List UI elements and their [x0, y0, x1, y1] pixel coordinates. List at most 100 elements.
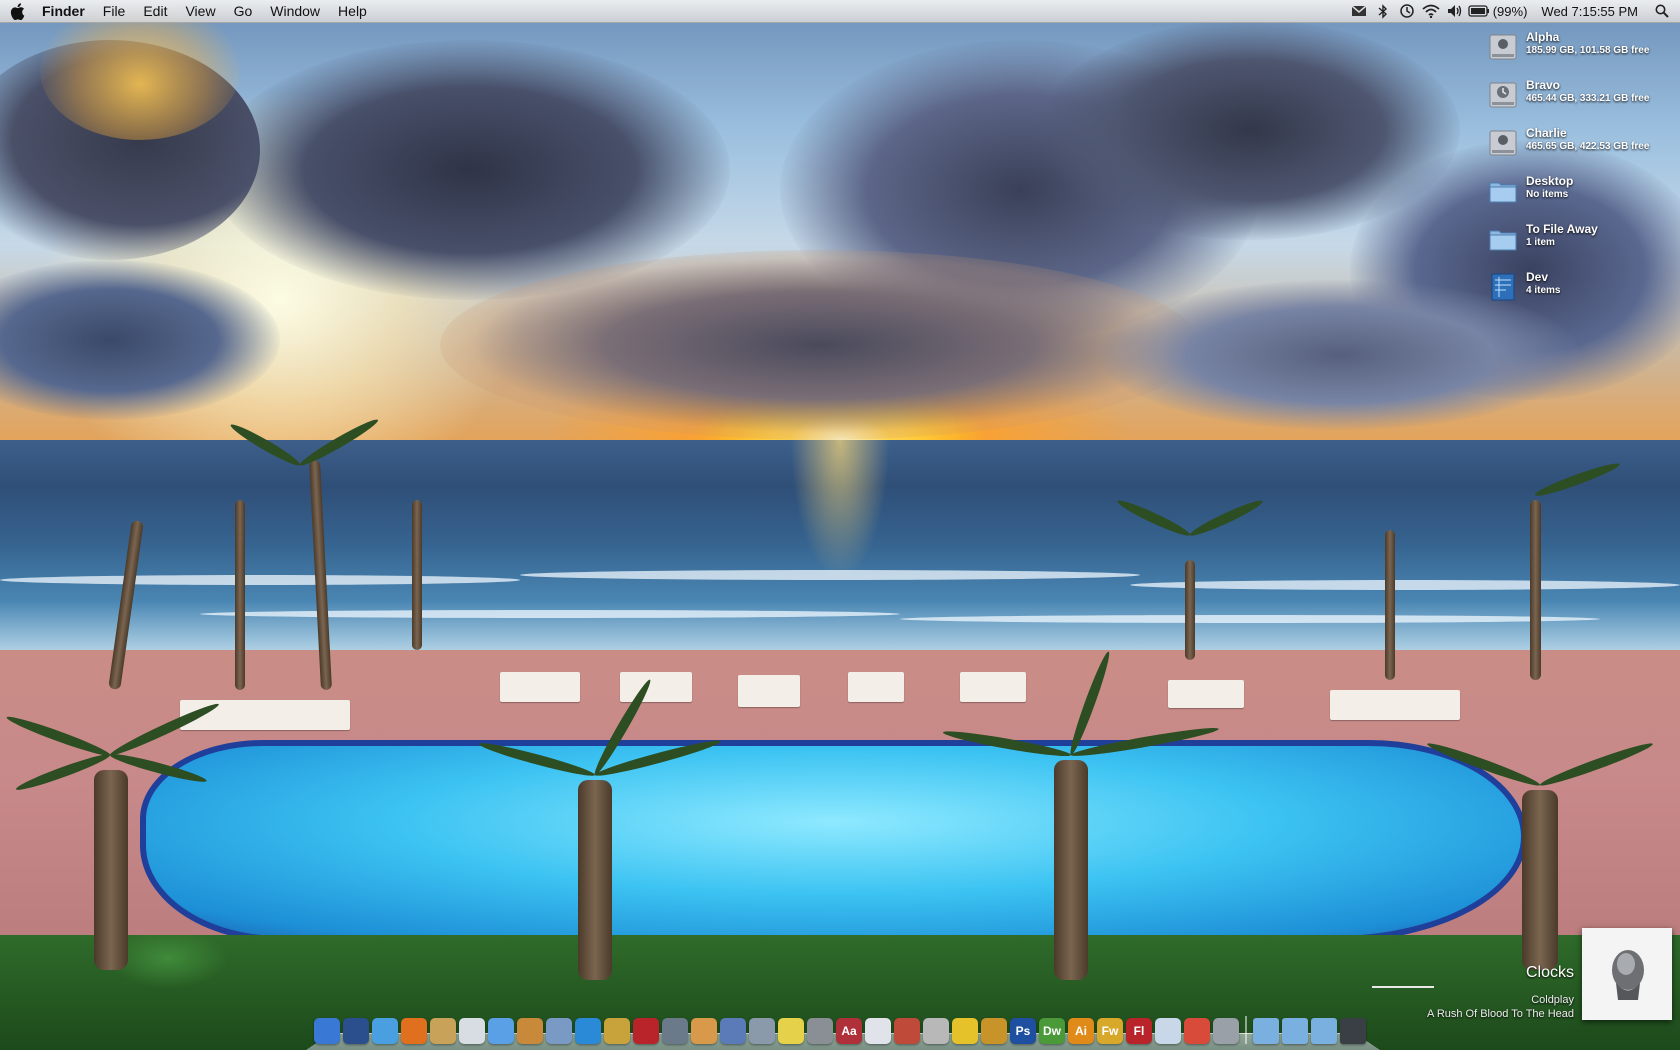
- wallpaper-wave: [1130, 580, 1680, 590]
- transmit-icon[interactable]: [1155, 1018, 1181, 1044]
- wallpaper-lounger: [960, 672, 1026, 702]
- spotlight-search-icon[interactable]: [1650, 0, 1674, 22]
- photo-booth-icon[interactable]: [633, 1018, 659, 1044]
- folder-icon: [1489, 182, 1517, 203]
- desktop-item-name: Dev: [1526, 270, 1549, 284]
- script-editor-icon[interactable]: [749, 1018, 775, 1044]
- firefox-icon[interactable]: [401, 1018, 427, 1044]
- folder-icon: [1489, 230, 1517, 251]
- desktop-drive-bravo[interactable]: Bravo 465.44 GB, 333.21 GB free: [1488, 78, 1678, 122]
- desktop-item-name: Desktop: [1526, 174, 1574, 188]
- sync-icon[interactable]: [1184, 1018, 1210, 1044]
- dreamweaver-icon[interactable]: Dw: [1039, 1018, 1065, 1044]
- system-preferences-icon[interactable]: [1213, 1018, 1239, 1044]
- hard-drive-icon: [1489, 130, 1517, 156]
- album-artwork[interactable]: [1582, 928, 1672, 1020]
- apple-menu-icon[interactable]: [0, 0, 34, 22]
- desktop-folder-desktop[interactable]: Desktop No items: [1488, 174, 1678, 218]
- bluetooth-icon[interactable]: [1371, 0, 1395, 22]
- safari-icon[interactable]: [372, 1018, 398, 1044]
- textedit-icon[interactable]: [865, 1018, 891, 1044]
- time-machine-icon[interactable]: [1395, 0, 1419, 22]
- pineapple-app-icon[interactable]: [604, 1018, 630, 1044]
- menu-window[interactable]: Window: [261, 0, 329, 22]
- desktop-item-detail: No items: [1526, 189, 1569, 200]
- mail-stamp-icon[interactable]: [923, 1018, 949, 1044]
- photoshop-icon[interactable]: Ps: [1010, 1018, 1036, 1044]
- now-playing-title: Clocks: [1525, 964, 1574, 981]
- menu-go[interactable]: Go: [225, 0, 262, 22]
- wallpaper-cloud: [440, 250, 1200, 440]
- garageband-icon[interactable]: [517, 1018, 543, 1044]
- flash-icon[interactable]: Fl: [1126, 1018, 1152, 1044]
- wallpaper-lounger: [180, 700, 350, 730]
- dock: Aa Ps Dw Ai Fw Fl: [306, 1010, 1380, 1050]
- wallpaper-wave: [0, 575, 520, 585]
- desktop-item-detail: 465.44 GB, 333.21 GB free: [1526, 93, 1650, 104]
- desktop-item-name: Charlie: [1526, 126, 1567, 140]
- menu-help[interactable]: Help: [329, 0, 376, 22]
- fireworks-icon[interactable]: Fw: [1097, 1018, 1123, 1044]
- calculator-icon[interactable]: [807, 1018, 833, 1044]
- ical-icon[interactable]: [459, 1018, 485, 1044]
- gmail-notifier-icon[interactable]: [1347, 0, 1371, 22]
- now-playing-artist: Coldplay: [1531, 994, 1574, 1006]
- wallpaper-lounger: [1168, 680, 1244, 708]
- iphoto-icon[interactable]: [546, 1018, 572, 1044]
- coda-icon[interactable]: [981, 1018, 1007, 1044]
- cyberduck-icon[interactable]: [952, 1018, 978, 1044]
- desktop-item-detail: 1 item: [1526, 237, 1555, 248]
- desktop-item-detail: 465.65 GB, 422.53 GB free: [1526, 141, 1650, 152]
- wifi-icon[interactable]: [1419, 0, 1443, 22]
- menu-edit[interactable]: Edit: [134, 0, 176, 22]
- preview-icon[interactable]: [691, 1018, 717, 1044]
- now-playing-album: A Rush Of Blood To The Head: [1427, 1008, 1574, 1020]
- desktop-item-detail: 4 items: [1526, 285, 1561, 296]
- trash-icon[interactable]: [1340, 1018, 1366, 1044]
- desktop-item-name: To File Away: [1526, 222, 1598, 236]
- desktop-drive-alpha[interactable]: Alpha 185.99 GB, 101.58 GB free: [1488, 30, 1678, 74]
- menu-app-finder[interactable]: Finder: [34, 0, 94, 22]
- wallpaper-wave: [200, 610, 900, 618]
- photo-app-icon[interactable]: [894, 1018, 920, 1044]
- now-playing-progress-line: [1372, 986, 1434, 988]
- finder-icon[interactable]: [314, 1018, 340, 1044]
- desktop-wallpaper: [0, 0, 1680, 1050]
- album-cover-icon: [1582, 928, 1672, 1020]
- hard-drive-icon: [1489, 34, 1517, 60]
- stickies-icon[interactable]: [778, 1018, 804, 1044]
- quicktime-icon[interactable]: [575, 1018, 601, 1044]
- wallpaper-wave: [900, 615, 1600, 623]
- downloads-stack-icon[interactable]: [1282, 1018, 1308, 1044]
- volume-icon[interactable]: [1443, 0, 1467, 22]
- wallpaper-lounger: [848, 672, 904, 702]
- documents-stack-icon[interactable]: [1253, 1018, 1279, 1044]
- dock-separator: [1245, 1016, 1247, 1044]
- desktop-item-detail: 185.99 GB, 101.58 GB free: [1526, 45, 1650, 56]
- wallpaper-pool: [140, 740, 1527, 942]
- automator-icon[interactable]: [720, 1018, 746, 1044]
- menubar-clock[interactable]: Wed 7:15:55 PM: [1533, 4, 1650, 19]
- itunes-icon[interactable]: [488, 1018, 514, 1044]
- wallpaper-sun-reflection: [790, 440, 890, 580]
- blueprint-folder-icon: [1491, 273, 1515, 301]
- dictionary-icon[interactable]: Aa: [836, 1018, 862, 1044]
- battery-icon[interactable]: [1467, 0, 1491, 22]
- wallpaper-lounger: [620, 672, 692, 702]
- desktop-item-name: Alpha: [1526, 30, 1560, 44]
- applications-stack-icon[interactable]: [1311, 1018, 1337, 1044]
- desktop-item-name: Bravo: [1526, 78, 1561, 92]
- dashboard-icon[interactable]: [343, 1018, 369, 1044]
- address-book-icon[interactable]: [430, 1018, 456, 1044]
- keychain-icon[interactable]: [662, 1018, 688, 1044]
- desktop-folder-dev[interactable]: Dev 4 items: [1488, 270, 1678, 314]
- illustrator-icon[interactable]: Ai: [1068, 1018, 1094, 1044]
- desktop-folder-to-file-away[interactable]: To File Away 1 item: [1488, 222, 1678, 266]
- dock-icons: Aa Ps Dw Ai Fw Fl: [314, 1016, 1369, 1044]
- wallpaper-lounger: [1330, 690, 1460, 720]
- menu-bar: Finder File Edit View Go Window Help (99…: [0, 0, 1680, 23]
- menu-view[interactable]: View: [176, 0, 224, 22]
- desktop-drive-charlie[interactable]: Charlie 465.65 GB, 422.53 GB free: [1488, 126, 1678, 170]
- wallpaper-lounger: [500, 672, 580, 702]
- menu-file[interactable]: File: [94, 0, 135, 22]
